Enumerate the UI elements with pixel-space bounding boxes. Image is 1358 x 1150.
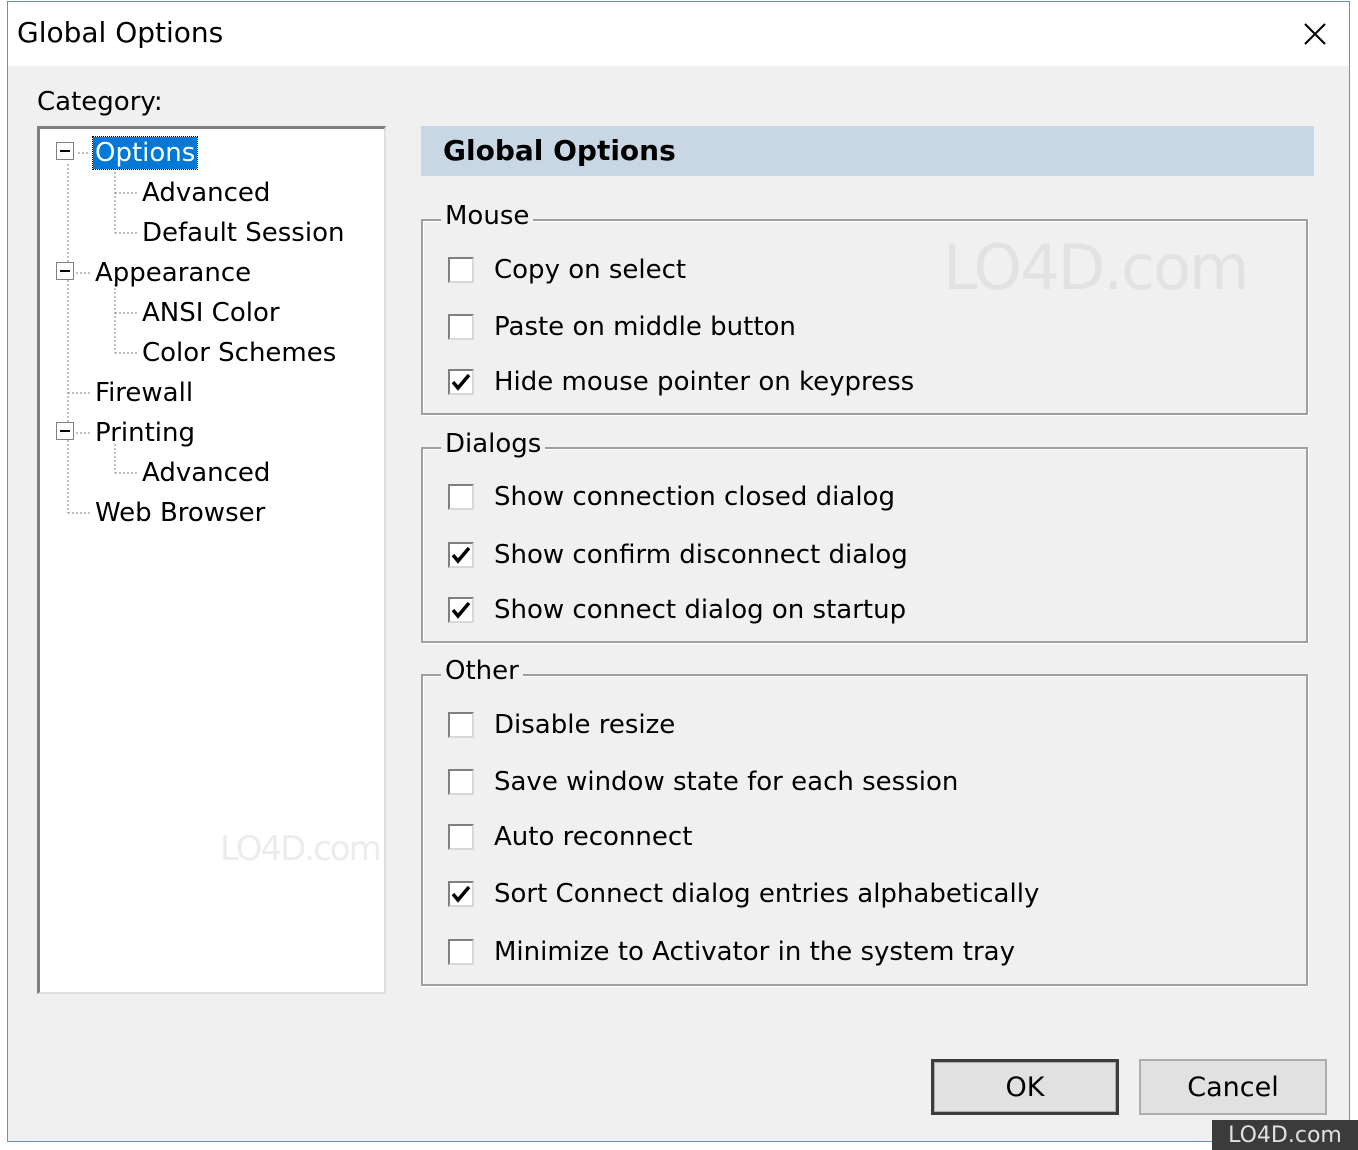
checkbox-box[interactable]	[448, 257, 474, 283]
checkmark-icon	[451, 885, 471, 903]
close-button[interactable]	[1287, 6, 1343, 62]
mouse-group: Mouse Copy on select Paste on middle but…	[421, 201, 1308, 415]
ok-button[interactable]: OK	[931, 1059, 1119, 1115]
checkbox-box[interactable]	[448, 769, 474, 795]
corner-watermark-logo: LO4D.com	[1212, 1120, 1358, 1150]
tree-item-printing-advanced[interactable]: Advanced	[140, 457, 272, 489]
close-icon	[1304, 23, 1326, 45]
auto-reconnect-checkbox[interactable]: Auto reconnect	[448, 819, 692, 855]
checkmark-icon	[451, 601, 471, 619]
checkbox-label: Copy on select	[494, 255, 687, 285]
background-window-edge	[0, 0, 7, 1150]
minimize-to-activator-checkbox[interactable]: Minimize to Activator in the system tray	[448, 934, 1015, 970]
checkbox-box[interactable]	[448, 542, 474, 568]
checkbox-box[interactable]	[448, 314, 474, 340]
checkbox-label: Minimize to Activator in the system tray	[494, 937, 1015, 967]
checkbox-box[interactable]	[448, 824, 474, 850]
printing-collapse-toggle[interactable]	[56, 422, 74, 440]
tree-item-color-schemes[interactable]: Color Schemes	[140, 337, 338, 369]
sort-connect-entries-checkbox[interactable]: Sort Connect dialog entries alphabetical…	[448, 876, 1039, 912]
checkmark-icon	[451, 546, 471, 564]
tree-item-firewall[interactable]: Firewall	[93, 377, 195, 409]
global-options-dialog: Global Options Category: Options Advance…	[7, 1, 1350, 1142]
panel-title: Global Options	[443, 134, 676, 167]
tree-item-default-session[interactable]: Default Session	[140, 217, 346, 249]
hide-mouse-pointer-checkbox[interactable]: Hide mouse pointer on keypress	[448, 364, 914, 400]
checkbox-label: Sort Connect dialog entries alphabetical…	[494, 879, 1040, 909]
dialogs-group-title: Dialogs	[441, 429, 546, 459]
other-group-title: Other	[441, 656, 523, 686]
checkmark-icon	[451, 373, 471, 391]
checkbox-label: Show connect dialog on startup	[494, 595, 907, 625]
tree-item-appearance[interactable]: Appearance	[93, 257, 253, 289]
save-window-state-checkbox[interactable]: Save window state for each session	[448, 764, 958, 800]
tree-item-web-browser[interactable]: Web Browser	[93, 497, 267, 529]
category-label: Category:	[37, 87, 163, 117]
tree-item-options-advanced[interactable]: Advanced	[140, 177, 272, 209]
checkbox-label: Save window state for each session	[494, 767, 959, 797]
appearance-collapse-toggle[interactable]	[56, 262, 74, 280]
options-collapse-toggle[interactable]	[56, 142, 74, 160]
checkbox-box[interactable]	[448, 712, 474, 738]
window-title: Global Options	[17, 16, 224, 49]
show-connection-closed-checkbox[interactable]: Show connection closed dialog	[448, 479, 895, 515]
checkbox-box[interactable]	[448, 597, 474, 623]
checkbox-box[interactable]	[448, 369, 474, 395]
panel-header: Global Options	[421, 126, 1314, 176]
show-confirm-disconnect-checkbox[interactable]: Show confirm disconnect dialog	[448, 537, 908, 573]
checkbox-label: Auto reconnect	[494, 822, 693, 852]
checkbox-label: Paste on middle button	[494, 312, 796, 342]
checkbox-box[interactable]	[448, 939, 474, 965]
tree-item-ansi-color[interactable]: ANSI Color	[140, 297, 282, 329]
dialogs-group: Dialogs Show connection closed dialog Sh…	[421, 429, 1308, 643]
title-bar: Global Options	[8, 2, 1349, 66]
checkbox-label: Show connection closed dialog	[494, 482, 895, 512]
watermark-large: LO4D.com	[943, 231, 1249, 304]
other-group: Other Disable resize Save window state f…	[421, 656, 1308, 986]
checkbox-label: Hide mouse pointer on keypress	[494, 367, 915, 397]
tree-item-options[interactable]: Options	[91, 136, 199, 170]
checkbox-box[interactable]	[448, 484, 474, 510]
copy-on-select-checkbox[interactable]: Copy on select	[448, 252, 686, 288]
show-connect-dialog-on-startup-checkbox[interactable]: Show connect dialog on startup	[448, 592, 906, 628]
paste-on-middle-button-checkbox[interactable]: Paste on middle button	[448, 309, 796, 345]
mouse-group-title: Mouse	[441, 201, 534, 231]
checkbox-label: Disable resize	[494, 710, 676, 740]
disable-resize-checkbox[interactable]: Disable resize	[448, 707, 675, 743]
category-tree[interactable]: Options Advanced Default Session Appeara…	[37, 126, 386, 994]
watermark-small: LO4D.com	[220, 829, 382, 869]
checkbox-label: Show confirm disconnect dialog	[494, 540, 908, 570]
tree-item-printing[interactable]: Printing	[93, 417, 197, 449]
cancel-button[interactable]: Cancel	[1139, 1059, 1327, 1115]
checkbox-box[interactable]	[448, 881, 474, 907]
